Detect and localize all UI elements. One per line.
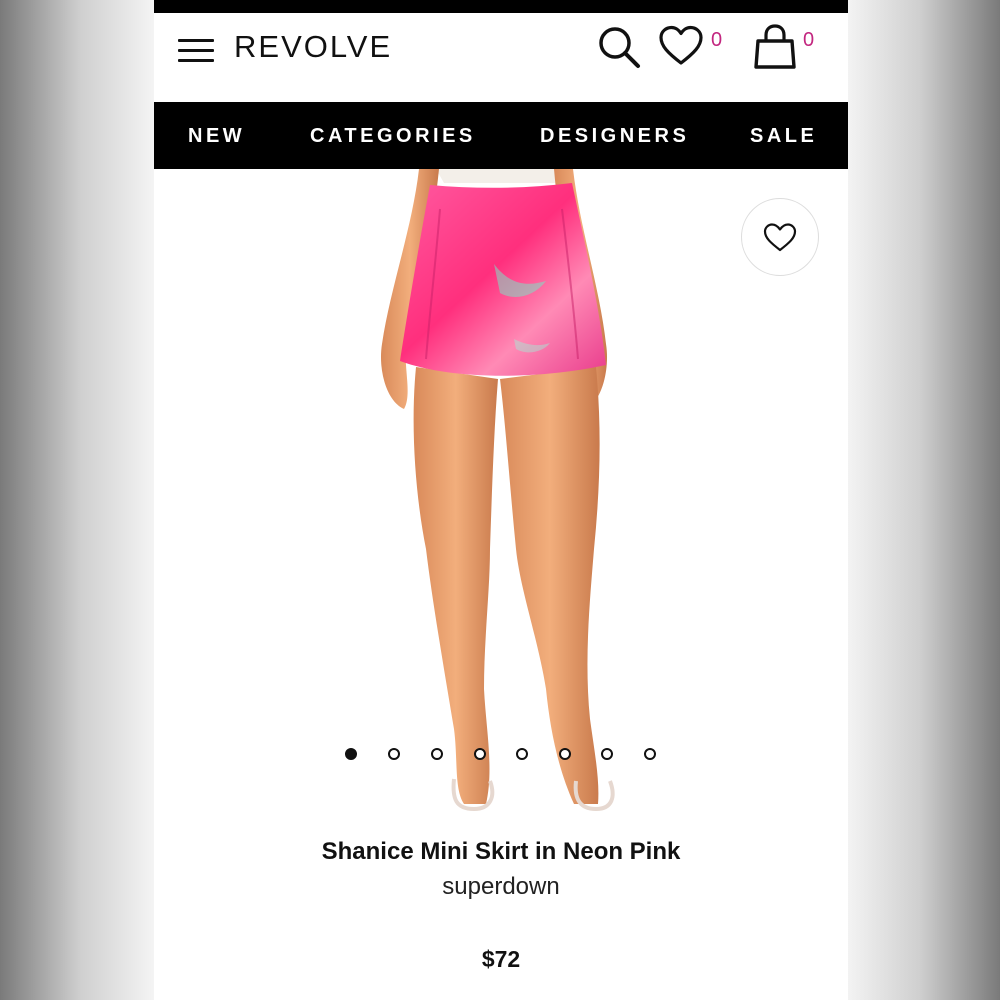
favorite-button[interactable] <box>741 198 819 276</box>
search-icon <box>599 27 640 68</box>
nav-sale[interactable]: SALE <box>750 125 817 148</box>
carousel-dot[interactable] <box>559 748 571 760</box>
top-strip <box>154 0 848 13</box>
shopping-bag-icon <box>754 24 796 69</box>
product-title: Shanice Mini Skirt in Neon Pink <box>321 838 681 865</box>
product-price: $72 <box>481 946 521 972</box>
carousel-dots <box>154 748 848 764</box>
nav-categories[interactable]: CATEGORIES <box>310 125 476 148</box>
menu-button[interactable] <box>178 39 214 63</box>
app-frame: REVOLVE 0 0 NEW CATEGORIES DESIGNERS SAL… <box>154 0 848 1000</box>
product-image-carousel[interactable] <box>154 169 848 819</box>
carousel-dot[interactable] <box>431 748 443 760</box>
menu-icon-bar <box>178 59 214 62</box>
carousel-dot[interactable] <box>388 748 400 760</box>
product-brand[interactable]: superdown <box>154 873 848 901</box>
menu-icon-bar <box>178 49 214 52</box>
search-button[interactable] <box>596 23 644 71</box>
heart-icon <box>763 223 797 252</box>
wishlist-count: 0 <box>711 29 723 51</box>
carousel-dot[interactable] <box>474 748 486 760</box>
logo[interactable]: REVOLVE <box>234 29 392 65</box>
wishlist-button[interactable] <box>658 25 704 67</box>
main-nav: NEW CATEGORIES DESIGNERS SALE <box>154 102 848 169</box>
nav-designers[interactable]: DESIGNERS <box>540 125 689 148</box>
nav-new[interactable]: NEW <box>188 125 245 148</box>
header: REVOLVE 0 0 <box>154 13 848 102</box>
carousel-dot[interactable] <box>644 748 656 760</box>
heart-icon <box>659 25 703 65</box>
carousel-dot[interactable] <box>516 748 528 760</box>
carousel-dot[interactable] <box>345 748 357 760</box>
bag-button[interactable] <box>752 23 798 71</box>
bag-count: 0 <box>803 29 815 51</box>
carousel-dot[interactable] <box>601 748 613 760</box>
menu-icon-bar <box>178 39 214 42</box>
